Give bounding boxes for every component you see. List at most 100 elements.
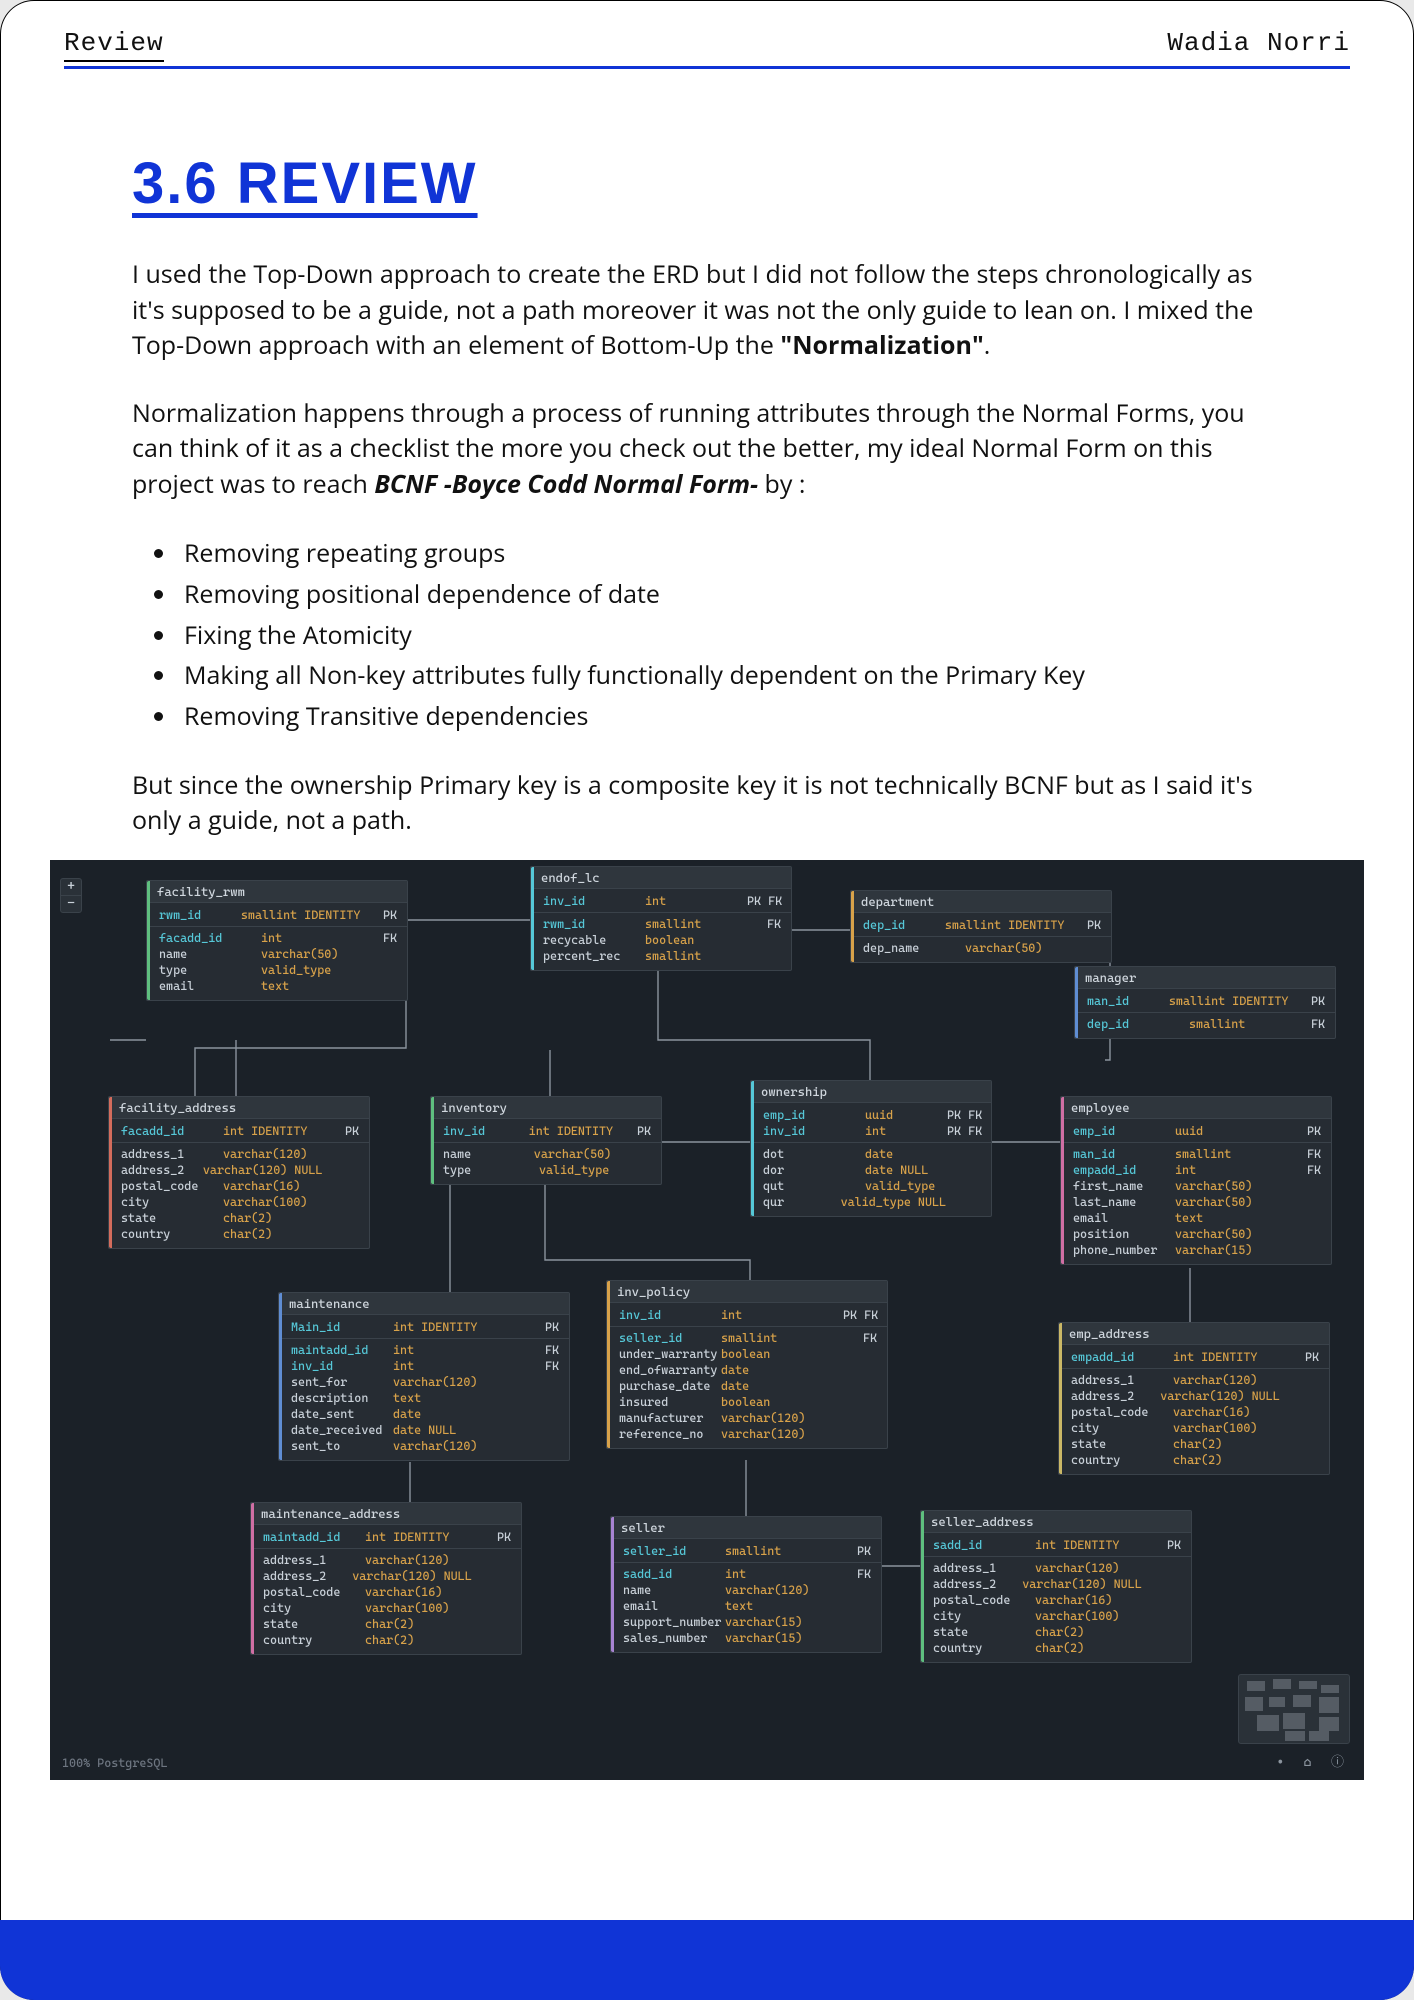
bullet-item: Removing repeating groups — [178, 534, 1282, 573]
erd-table-body: inv_idintPK FKseller_idsmallintFKunder_w… — [607, 1303, 887, 1448]
erd-column-row: empadd_idint IDENTITYPK — [1059, 1349, 1329, 1365]
erd-column-row: address_2varchar(120) NULL — [921, 1576, 1191, 1592]
zoom-out-button[interactable]: − — [61, 896, 81, 912]
erd-column-row: cityvarchar(100) — [1059, 1420, 1329, 1436]
header-author: Wadia Norri — [1167, 28, 1350, 58]
erd-column-row: seller_idsmallintPK — [611, 1543, 881, 1559]
erd-column-row: namevarchar(50) — [147, 946, 407, 962]
erd-column-row: namevarchar(120) — [611, 1582, 881, 1598]
zoom-in-button[interactable]: + — [61, 879, 81, 896]
erd-column-row: emailtext — [1061, 1210, 1331, 1226]
erd-column-row: emp_iduuidPK — [1061, 1123, 1331, 1139]
erd-table-ownership[interactable]: ownershipemp_iduuidPK FKinv_idintPK FKdo… — [750, 1080, 992, 1217]
erd-column-row: seller_idsmallintFK — [607, 1330, 887, 1346]
erd-column-row: qutvalid_type — [751, 1178, 991, 1194]
erd-column-row: dep_idsmallint IDENTITYPK — [851, 917, 1111, 933]
erd-table-maintenance_address[interactable]: maintenance_address maintadd_idint IDENTI… — [250, 1502, 522, 1655]
erd-table-seller_address[interactable]: seller_addresssadd_idint IDENTITYPKaddre… — [920, 1510, 1192, 1663]
erd-table-body: empadd_idint IDENTITYPKaddress_1varchar(… — [1059, 1345, 1329, 1474]
erd-table-title: department — [851, 891, 1111, 913]
erd-column-row: descriptiontext — [279, 1390, 569, 1406]
erd-table-inv_policy[interactable]: inv_policyinv_idintPK FKseller_idsmallin… — [606, 1280, 888, 1449]
erd-column-row: countrychar(2) — [251, 1632, 521, 1648]
header-tab: Review — [64, 28, 164, 62]
erd-table-body: rwm_idsmallint IDENTITYPK facadd_idintFKn… — [147, 903, 407, 1000]
erd-table-facility_address[interactable]: facility_addressfacadd_idint IDENTITYPKa… — [108, 1096, 370, 1249]
paragraph-2-bold-italic: BCNF -Boyce Codd Normal Form- — [374, 467, 758, 501]
erd-column-row: typevalid_type — [147, 962, 407, 978]
erd-table-body: inv_idint IDENTITYPKnamevarchar(50)typev… — [431, 1119, 661, 1184]
erd-table-body: emp_iduuidPK man_idsmallintFKempadd_idint… — [1061, 1119, 1331, 1264]
erd-table-maintenance[interactable]: maintenanceMain_idint IDENTITYPKmaintadd… — [278, 1292, 570, 1461]
document-page: Review Wadia Norri 3.6 REVIEW I used the… — [0, 0, 1414, 2000]
erd-column-row: dordate NULL — [751, 1162, 991, 1178]
bullet-item: Making all Non-key attributes fully func… — [178, 656, 1282, 695]
erd-column-row: maintadd_idint IDENTITYPK — [251, 1529, 521, 1545]
erd-column-row: sales_numbervarchar(15) — [611, 1630, 881, 1646]
erd-column-row: facadd_idint IDENTITYPK — [109, 1123, 369, 1139]
erd-column-row: typevalid_type — [431, 1162, 661, 1178]
erd-column-row: man_idsmallintFK — [1061, 1146, 1331, 1162]
erd-table-seller[interactable]: sellerseller_idsmallintPKsadd_idintFKnam… — [610, 1516, 882, 1653]
erd-column-row: postal_codevarchar(16) — [921, 1592, 1191, 1608]
erd-column-row: date_sentdate — [279, 1406, 569, 1422]
erd-column-row: postal_codevarchar(16) — [109, 1178, 369, 1194]
erd-column-row: reference_novarchar(120) — [607, 1426, 887, 1442]
erd-table-body: inv_idintPK FK rwm_idsmallintFKrecycableb… — [531, 889, 791, 970]
erd-table-department[interactable]: departmentdep_idsmallint IDENTITYPKdep_n… — [850, 890, 1112, 963]
erd-column-row: sent_tovarchar(120) — [279, 1438, 569, 1454]
erd-column-row: emailtext — [147, 978, 407, 994]
erd-column-row: emp_iduuidPK FK — [751, 1107, 991, 1123]
bullet-item: Removing positional dependence of date — [178, 575, 1282, 614]
erd-table-body: sadd_idint IDENTITYPKaddress_1varchar(12… — [921, 1533, 1191, 1662]
erd-table-body: dep_idsmallint IDENTITYPKdep_namevarchar… — [851, 913, 1111, 962]
erd-column-row: man_idsmallint IDENTITYPK — [1075, 993, 1335, 1009]
erd-column-row: first_namevarchar(50) — [1061, 1178, 1331, 1194]
erd-column-row: rwm_idsmallint IDENTITYPK — [147, 907, 407, 923]
erd-table-title: inventory — [431, 1097, 661, 1119]
erd-column-row: namevarchar(50) — [431, 1146, 661, 1162]
erd-table-emp_address[interactable]: emp_addressempadd_idint IDENTITYPKaddres… — [1058, 1322, 1330, 1475]
erd-column-row: rwm_idsmallintFK — [531, 916, 791, 932]
erd-table-facility_rwm[interactable]: facility_rwmrwm_idsmallint IDENTITYPKfac… — [146, 880, 408, 1001]
erd-column-row: empadd_idintFK — [1061, 1162, 1331, 1178]
erd-table-inventory[interactable]: inventoryinv_idint IDENTITYPKnamevarchar… — [430, 1096, 662, 1185]
erd-column-row: facadd_idintFK — [147, 930, 407, 946]
erd-column-row: statechar(2) — [1059, 1436, 1329, 1452]
erd-column-row: countrychar(2) — [1059, 1452, 1329, 1468]
paragraph-1: I used the Top-Down approach to create t… — [132, 257, 1282, 364]
erd-column-row: address_2varchar(120) NULL — [109, 1162, 369, 1178]
paragraph-1b: . — [984, 328, 991, 362]
erd-column-row: statechar(2) — [921, 1624, 1191, 1640]
erd-table-title: maintenance_address — [251, 1503, 521, 1525]
erd-column-row: manufacturervarchar(120) — [607, 1410, 887, 1426]
erd-column-row: cityvarchar(100) — [921, 1608, 1191, 1624]
erd-minimap[interactable] — [1238, 1674, 1350, 1744]
erd-column-row: under_warrantyboolean — [607, 1346, 887, 1362]
paragraph-1a: I used the Top-Down approach to create t… — [132, 257, 1253, 362]
erd-column-row: statechar(2) — [109, 1210, 369, 1226]
erd-table-endof_lc[interactable]: endof_lcinv_idintPK FKrwm_idsmallintFKre… — [530, 866, 792, 971]
erd-toolbar-icons[interactable]: • ⌂ ⓘ — [1277, 1751, 1350, 1770]
erd-table-employee[interactable]: employeeemp_iduuidPKman_idsmallintFKempa… — [1060, 1096, 1332, 1265]
erd-column-row: countrychar(2) — [109, 1226, 369, 1242]
zoom-control[interactable]: + − — [60, 878, 82, 913]
erd-column-row: inv_idintFK — [279, 1358, 569, 1374]
erd-status-bar: 100% PostgreSQL — [62, 1756, 167, 1770]
erd-column-row: phone_numbervarchar(15) — [1061, 1242, 1331, 1258]
page-content: 3.6 REVIEW I used the Top-Down approach … — [132, 150, 1282, 871]
erd-table-manager[interactable]: managerman_idsmallint IDENTITYPKdep_idsm… — [1074, 966, 1336, 1039]
erd-column-row: sadd_idintFK — [611, 1566, 881, 1582]
erd-column-row: insuredboolean — [607, 1394, 887, 1410]
bullet-item: Fixing the Atomicity — [178, 616, 1282, 655]
erd-table-body: man_idsmallint IDENTITYPK dep_idsmallintF… — [1075, 989, 1335, 1038]
erd-column-row: last_namevarchar(50) — [1061, 1194, 1331, 1210]
erd-table-title: ownership — [751, 1081, 991, 1103]
erd-column-row: cityvarchar(100) — [251, 1600, 521, 1616]
erd-column-row: inv_idintPK FK — [531, 893, 791, 909]
erd-canvas: + − facility_rwmrwm_idsmallint IDENTITYP… — [50, 860, 1364, 1780]
erd-column-row: inv_idintPK FK — [751, 1123, 991, 1139]
erd-column-row: recycableboolean — [531, 932, 791, 948]
erd-table-body: emp_iduuidPK FKinv_idintPK FKdotdatedord… — [751, 1103, 991, 1216]
erd-column-row: dep_idsmallintFK — [1075, 1016, 1335, 1032]
